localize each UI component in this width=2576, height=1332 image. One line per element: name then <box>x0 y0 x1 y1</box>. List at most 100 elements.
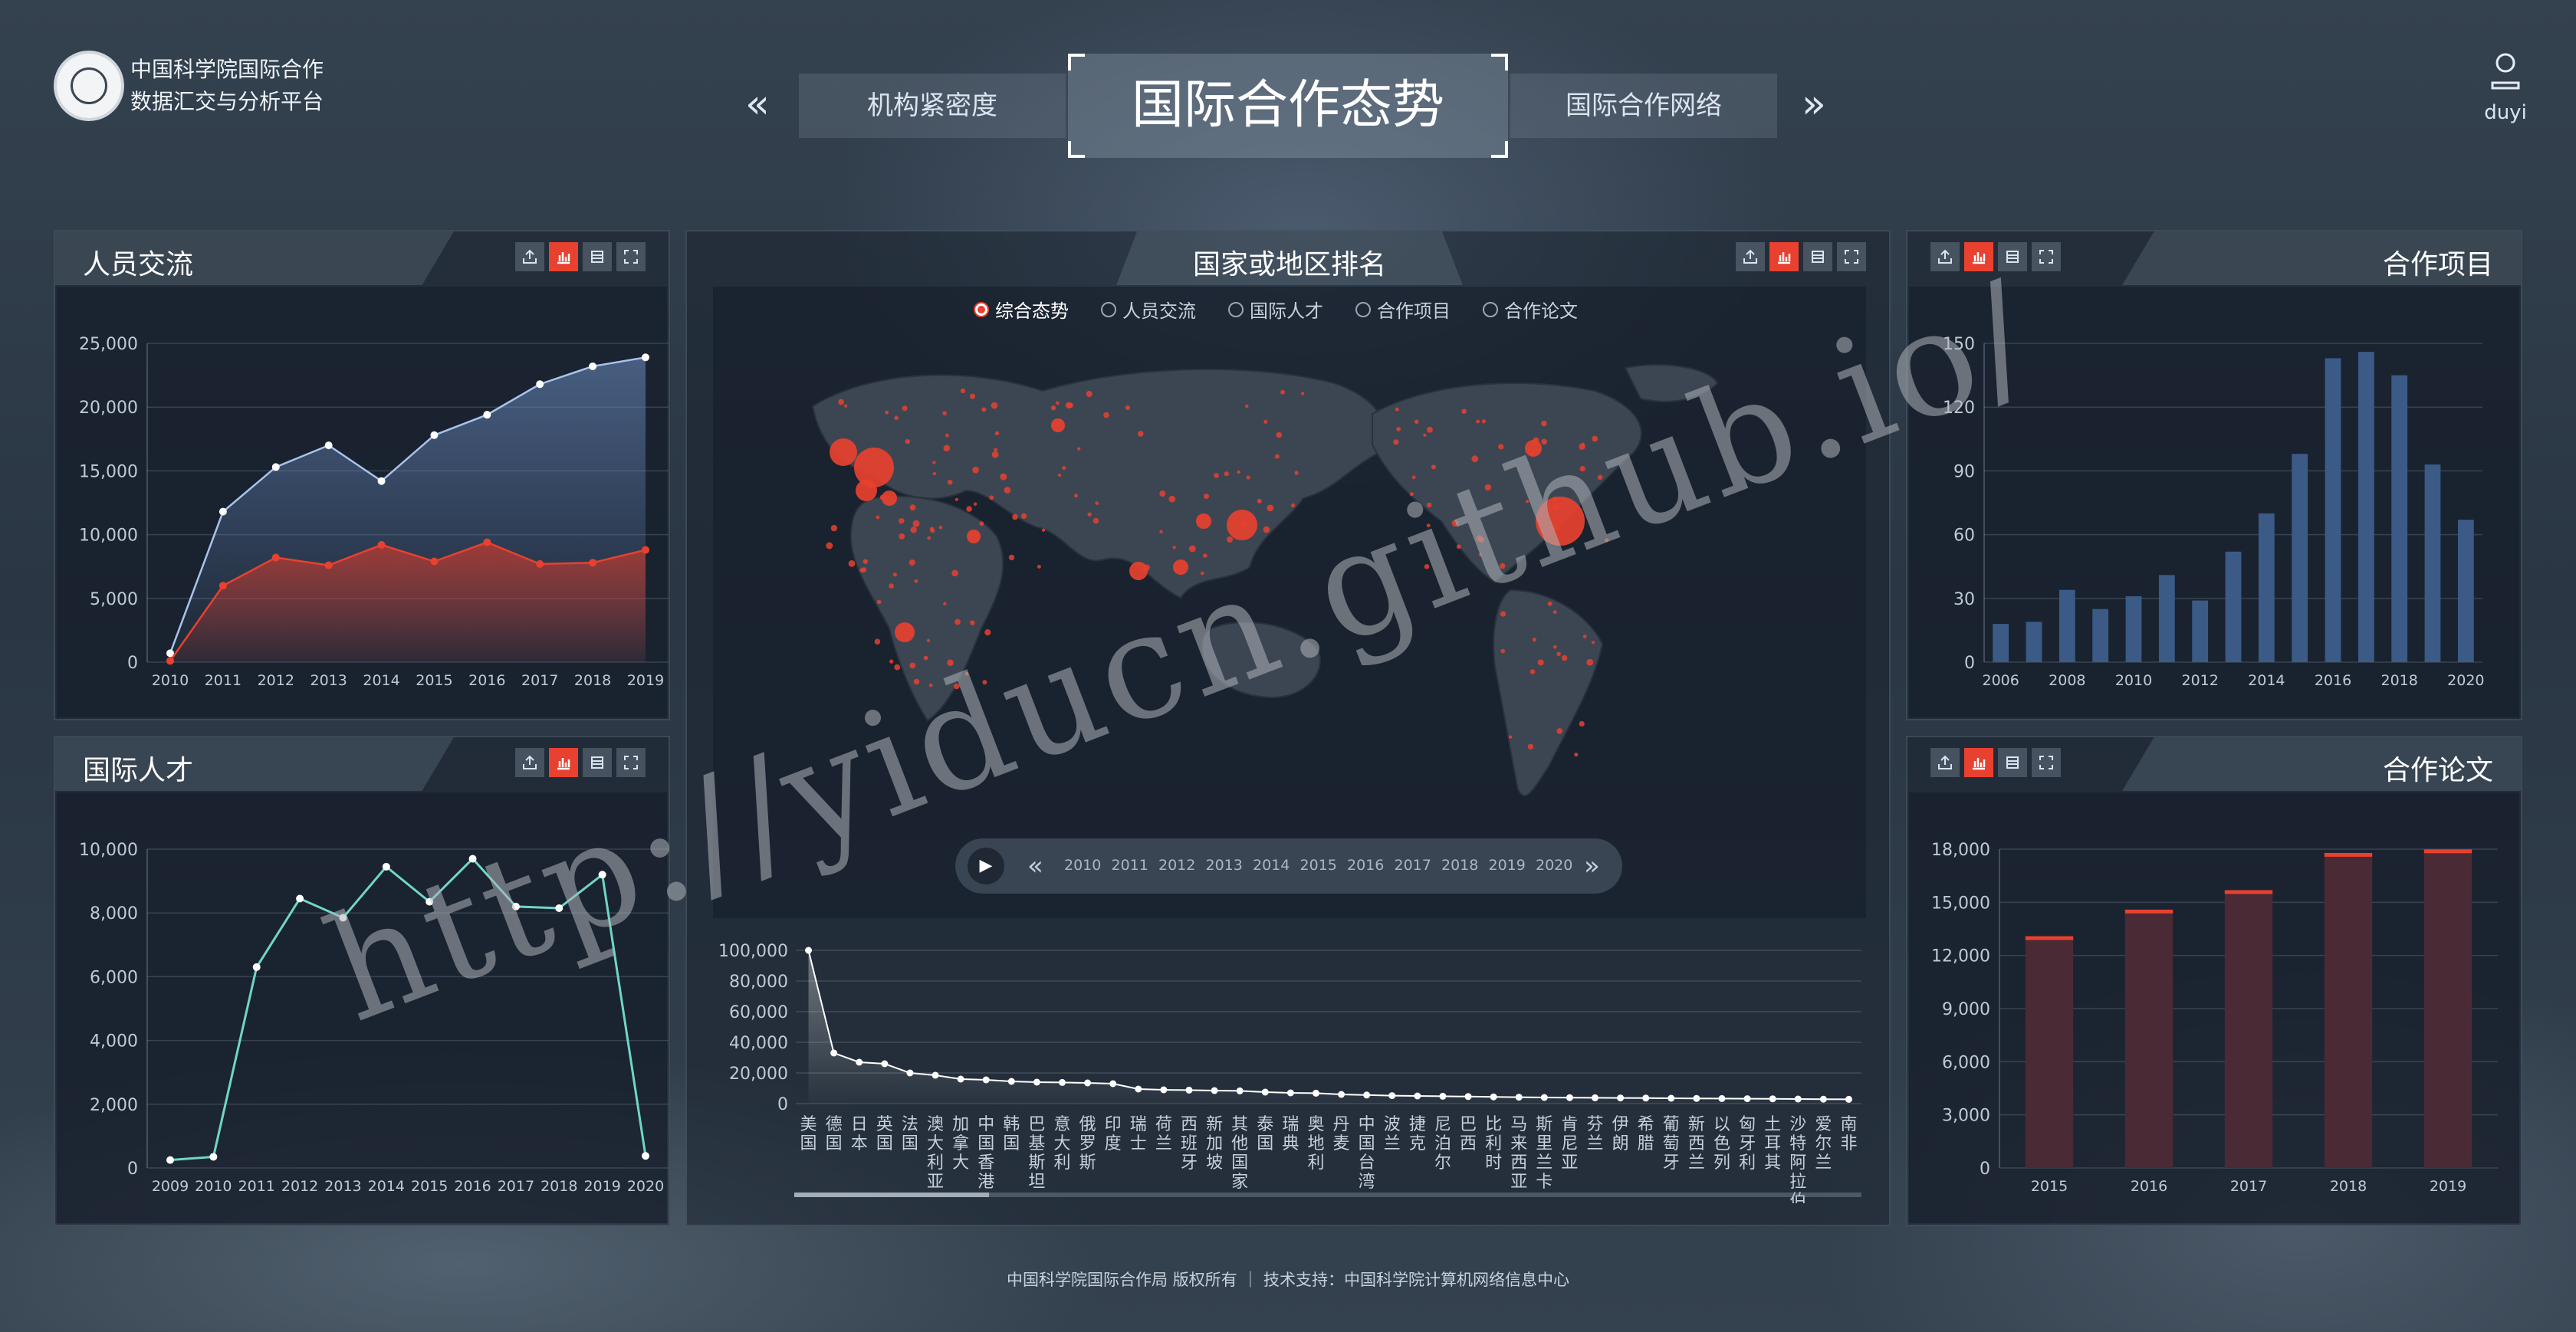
table-icon <box>591 756 603 769</box>
table-button[interactable] <box>1998 748 2027 777</box>
table-button[interactable] <box>1803 242 1832 271</box>
export-button[interactable] <box>1930 748 1960 777</box>
map-bubble <box>1196 513 1211 529</box>
timeline-year[interactable]: 2016 <box>1347 857 1395 874</box>
map-dot <box>899 533 905 540</box>
scrollbar-thumb[interactable] <box>794 1193 989 1197</box>
panel-title: 国家或地区排名 <box>1192 249 1386 281</box>
bar-chart-button[interactable] <box>549 242 578 271</box>
x-tick-label: 丹麦 <box>1333 1115 1350 1153</box>
export-button[interactable] <box>515 748 544 777</box>
x-tick-label: 沙特阿拉伯 <box>1789 1115 1806 1203</box>
table-button[interactable] <box>583 242 612 271</box>
bar-cap <box>2224 890 2273 894</box>
map-dot <box>1058 474 1062 477</box>
map-dot <box>1547 601 1552 606</box>
bar <box>2124 910 2174 1168</box>
timeline-year[interactable]: 2020 <box>1536 857 1583 874</box>
map-dot <box>1276 431 1282 438</box>
x-tick-label: 印度 <box>1105 1115 1122 1153</box>
fullscreen-button[interactable] <box>2032 242 2061 271</box>
data-point <box>430 431 439 439</box>
timeline-next-button[interactable]: » <box>1584 851 1600 881</box>
bar <box>2325 358 2341 662</box>
map-dot <box>1530 669 1536 674</box>
x-tick-label: 波兰 <box>1384 1115 1401 1153</box>
bar-chart-button[interactable] <box>1769 242 1799 271</box>
data-point <box>271 463 280 471</box>
x-tick-label: 肯尼亚 <box>1561 1115 1578 1173</box>
timeline-year[interactable]: 2015 <box>1300 857 1348 874</box>
x-tick-label: 斯里兰卡 <box>1536 1115 1552 1192</box>
tab-institution-closeness[interactable]: 机构紧密度 <box>799 74 1066 138</box>
timeline-year[interactable]: 2014 <box>1253 857 1300 874</box>
data-point <box>209 1153 218 1161</box>
bar-cap <box>2124 909 2174 914</box>
x-tick-label: 2009 <box>152 1178 189 1195</box>
map-dot <box>848 560 856 567</box>
data-point <box>1845 1095 1852 1103</box>
nav-prev-button[interactable]: « <box>745 81 770 127</box>
radio-personnel[interactable]: 人员交流 <box>1101 296 1196 323</box>
fullscreen-button[interactable] <box>616 242 646 271</box>
y-tick-label: 25,000 <box>79 335 138 354</box>
timeline-year[interactable]: 2012 <box>1158 857 1206 874</box>
map-dot <box>874 638 881 645</box>
table-button[interactable] <box>1998 242 2027 271</box>
radio-talent[interactable]: 国际人才 <box>1228 296 1323 323</box>
timeline-year[interactable]: 2018 <box>1441 857 1489 874</box>
x-tick-label: 中国香港 <box>978 1115 994 1192</box>
map-dot <box>1461 408 1467 414</box>
tab-international-cooperation-status[interactable]: 国际合作态势 <box>1068 54 1508 158</box>
map-dot <box>889 659 894 664</box>
data-point <box>536 380 544 389</box>
radio-papers[interactable]: 合作论文 <box>1483 296 1578 323</box>
x-tick-label: 其他国家 <box>1231 1115 1248 1192</box>
timeline-year[interactable]: 2010 <box>1064 857 1112 874</box>
y-tick-label: 5,000 <box>90 590 138 609</box>
radio-overall[interactable]: 综合态势 <box>974 296 1069 323</box>
map-dot <box>838 399 844 405</box>
table-button[interactable] <box>583 748 612 777</box>
data-point <box>881 1060 889 1068</box>
map-dot <box>970 393 975 399</box>
tab-cooperation-network[interactable]: 国际合作网络 <box>1510 74 1777 138</box>
map-dot <box>909 504 916 511</box>
x-tick-label: 2015 <box>416 672 452 689</box>
fullscreen-icon <box>1845 250 1858 264</box>
map-dot <box>1021 513 1027 519</box>
timeline-year[interactable]: 2013 <box>1206 857 1254 874</box>
x-tick-label: 加拿大 <box>952 1115 969 1173</box>
timeline-prev-button[interactable]: « <box>1027 851 1043 881</box>
export-button[interactable] <box>1736 242 1765 271</box>
panel-title: 国际人才 <box>83 755 194 786</box>
data-point <box>296 894 304 903</box>
radio-projects[interactable]: 合作项目 <box>1355 296 1451 323</box>
chart-personnel-exchange: 0 5,000 10,000 15,000 20,000 25,000 2010 2011 20… <box>79 335 669 689</box>
data-point <box>1515 1094 1523 1101</box>
map-dot <box>1393 439 1399 445</box>
export-icon <box>523 249 537 264</box>
nav-next-button[interactable]: » <box>1802 81 1826 127</box>
bar-chart-button[interactable] <box>1964 748 1993 777</box>
bar-chart-button[interactable] <box>549 748 578 777</box>
x-tick-label: 2011 <box>205 672 242 689</box>
timeline-year[interactable]: 2017 <box>1395 857 1442 874</box>
timeline-year[interactable]: 2019 <box>1489 857 1536 874</box>
export-button[interactable] <box>515 242 544 271</box>
map-bubble <box>856 480 877 501</box>
play-button[interactable]: ▶ <box>968 848 1004 884</box>
map-dot <box>930 528 935 533</box>
x-tick-label: 土耳其 <box>1764 1115 1781 1173</box>
y-tick-label: 10,000 <box>79 527 138 546</box>
fullscreen-button[interactable] <box>2032 748 2061 777</box>
user-icon[interactable] <box>2490 52 2521 95</box>
data-point <box>957 1075 964 1083</box>
map-dot <box>1086 391 1092 397</box>
bar-chart-icon <box>557 758 570 770</box>
fullscreen-button[interactable] <box>1837 242 1866 271</box>
user-name[interactable]: duyi <box>2481 101 2530 124</box>
timeline-year[interactable]: 2011 <box>1112 857 1159 874</box>
map-dot <box>1301 392 1305 395</box>
data-point <box>1566 1094 1573 1101</box>
